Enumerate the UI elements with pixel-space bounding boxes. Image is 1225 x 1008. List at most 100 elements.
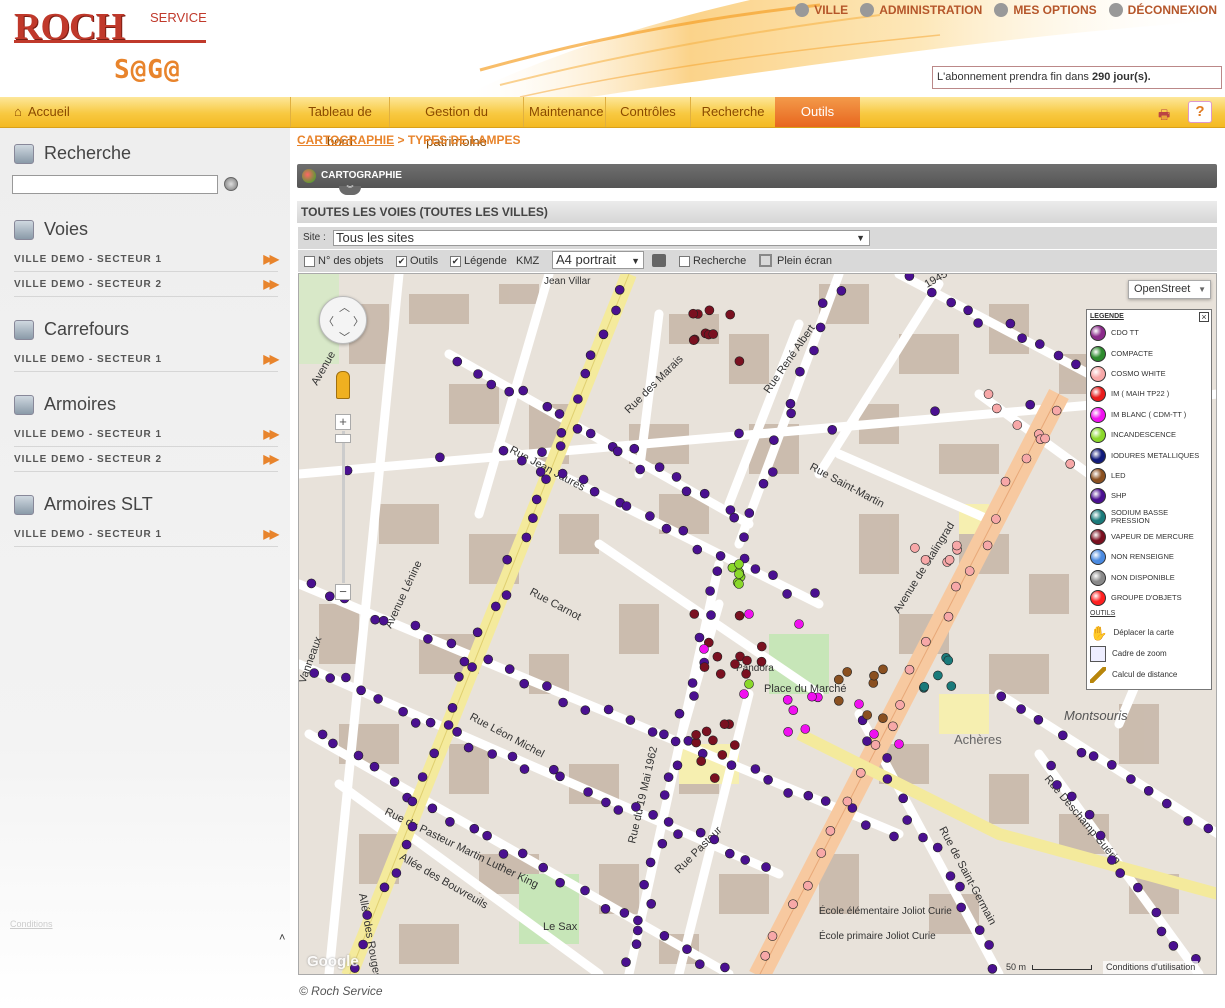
tab-maintenance[interactable]: Maintenance bbox=[523, 97, 605, 127]
lamp-marker[interactable] bbox=[740, 855, 751, 865]
lamp-marker[interactable] bbox=[1183, 816, 1193, 826]
lamp-marker[interactable] bbox=[719, 719, 730, 730]
lamp-marker[interactable] bbox=[785, 398, 796, 409]
lamp-marker[interactable] bbox=[580, 368, 591, 379]
sidebar-item-armoires-slt-secteur-1[interactable]: VILLE DEMO - SECTEUR 1 ▶▶ bbox=[14, 522, 279, 547]
lamp-marker[interactable] bbox=[646, 898, 657, 909]
lamp-marker[interactable] bbox=[454, 671, 464, 682]
lamp-marker[interactable] bbox=[820, 796, 831, 806]
lamp-marker[interactable] bbox=[744, 679, 754, 689]
lamp-marker[interactable] bbox=[933, 670, 943, 681]
lamp-marker[interactable] bbox=[661, 523, 672, 534]
lamp-marker[interactable] bbox=[689, 691, 699, 701]
lamp-marker[interactable] bbox=[709, 834, 720, 845]
lamp-marker[interactable] bbox=[904, 664, 915, 675]
lamp-marker[interactable] bbox=[557, 468, 568, 479]
lamp-marker[interactable] bbox=[807, 691, 817, 702]
lamp-marker[interactable] bbox=[659, 790, 670, 800]
lamp-marker[interactable] bbox=[795, 366, 805, 377]
lamp-marker[interactable] bbox=[598, 329, 609, 340]
tab-tableau-de-bord[interactable]: Tableau de bord bbox=[290, 97, 389, 149]
lamp-marker[interactable] bbox=[730, 659, 740, 669]
lamp-marker[interactable] bbox=[725, 309, 736, 320]
lamp-marker[interactable] bbox=[528, 513, 538, 523]
lamp-marker[interactable] bbox=[750, 764, 761, 774]
lamp-marker[interactable] bbox=[542, 401, 553, 412]
lamp-marker[interactable] bbox=[882, 774, 893, 784]
lamp-marker[interactable] bbox=[800, 724, 811, 734]
lamp-marker[interactable] bbox=[542, 681, 552, 691]
lamp-marker[interactable] bbox=[541, 474, 551, 484]
lamp-marker[interactable] bbox=[486, 379, 497, 390]
lamp-marker[interactable] bbox=[783, 788, 793, 798]
lamp-marker[interactable] bbox=[446, 638, 457, 649]
lamp-marker[interactable] bbox=[996, 691, 1007, 702]
lamp-marker[interactable] bbox=[919, 681, 930, 692]
lamp-marker[interactable] bbox=[921, 636, 931, 647]
lamp-marker[interactable] bbox=[391, 868, 402, 878]
sidebar-item-voies-secteur-2[interactable]: VILLE DEMO - SECTEUR 2 ▶▶ bbox=[14, 272, 279, 297]
lamp-marker[interactable] bbox=[767, 467, 778, 477]
lamp-marker[interactable] bbox=[538, 862, 548, 873]
lamp-marker[interactable] bbox=[726, 760, 737, 771]
lamp-marker[interactable] bbox=[833, 695, 844, 706]
lamp-marker[interactable] bbox=[1021, 453, 1032, 464]
lamp-marker[interactable] bbox=[1025, 399, 1036, 410]
nav-ville[interactable]: VILLE bbox=[795, 3, 848, 17]
lamp-marker[interactable] bbox=[803, 880, 813, 891]
lamp-marker[interactable] bbox=[585, 428, 596, 439]
lamp-marker[interactable] bbox=[904, 274, 915, 281]
lamp-marker[interactable] bbox=[1156, 926, 1167, 937]
zoom-in-button[interactable]: + bbox=[335, 414, 351, 430]
sidebar-item-voies-secteur-1[interactable]: VILLE DEMO - SECTEUR 1 ▶▶ bbox=[14, 247, 279, 272]
pan-up-icon[interactable]: ︿ bbox=[339, 299, 350, 315]
tool-distance[interactable]: Calcul de distance bbox=[1090, 664, 1208, 685]
lamp-marker[interactable] bbox=[498, 445, 509, 456]
lamp-marker[interactable] bbox=[639, 879, 649, 890]
lamp-marker[interactable] bbox=[1016, 704, 1026, 714]
lamp-marker[interactable] bbox=[689, 609, 700, 619]
lamp-marker[interactable] bbox=[583, 787, 593, 797]
lamp-marker[interactable] bbox=[786, 408, 796, 419]
site-select[interactable]: Tous les sites ▼ bbox=[333, 230, 870, 246]
lamp-marker[interactable] bbox=[306, 578, 317, 589]
lamp-marker[interactable] bbox=[467, 662, 477, 672]
lamp-marker[interactable] bbox=[842, 667, 853, 677]
lamp-marker[interactable] bbox=[435, 452, 445, 463]
lamp-marker[interactable] bbox=[1115, 868, 1126, 878]
lamp-marker[interactable] bbox=[734, 559, 744, 569]
lamp-marker[interactable] bbox=[946, 681, 957, 691]
nav-administration[interactable]: ADMINISTRATION bbox=[860, 3, 982, 17]
lamp-marker[interactable] bbox=[705, 586, 715, 596]
lamp-marker[interactable] bbox=[1143, 785, 1154, 796]
lamp-marker[interactable] bbox=[555, 771, 565, 782]
lamp-marker[interactable] bbox=[600, 903, 611, 914]
lamp-marker[interactable] bbox=[869, 670, 879, 681]
lamp-marker[interactable] bbox=[1000, 476, 1011, 487]
lamp-marker[interactable] bbox=[709, 773, 720, 783]
lamp-marker[interactable] bbox=[878, 713, 888, 724]
lamp-marker[interactable] bbox=[930, 406, 940, 416]
lamp-marker[interactable] bbox=[943, 655, 954, 666]
lamp-marker[interactable] bbox=[459, 656, 470, 667]
lamp-marker[interactable] bbox=[632, 925, 643, 936]
lamp-marker[interactable] bbox=[502, 554, 512, 565]
lamp-marker[interactable] bbox=[888, 721, 898, 732]
lamp-marker[interactable] bbox=[951, 540, 962, 551]
lamp-marker[interactable] bbox=[951, 581, 961, 592]
lamp-marker[interactable] bbox=[580, 885, 590, 896]
lamp-marker[interactable] bbox=[578, 474, 589, 485]
lamp-marker[interactable] bbox=[739, 689, 749, 699]
lamp-marker[interactable] bbox=[1005, 318, 1016, 329]
lamp-marker[interactable] bbox=[898, 793, 909, 804]
lamp-marker[interactable] bbox=[389, 777, 400, 787]
collapse-chevron-icon[interactable]: ︾ bbox=[339, 186, 361, 195]
lamp-marker[interactable] bbox=[1034, 339, 1045, 349]
lamp-marker[interactable] bbox=[810, 588, 820, 598]
lamp-marker[interactable] bbox=[629, 443, 640, 454]
lamp-marker[interactable] bbox=[758, 478, 769, 489]
lamp-marker[interactable] bbox=[625, 715, 636, 725]
lamp-marker[interactable] bbox=[501, 590, 512, 600]
tab-recherche[interactable]: Recherche bbox=[690, 97, 775, 127]
lamp-marker[interactable] bbox=[734, 356, 745, 366]
